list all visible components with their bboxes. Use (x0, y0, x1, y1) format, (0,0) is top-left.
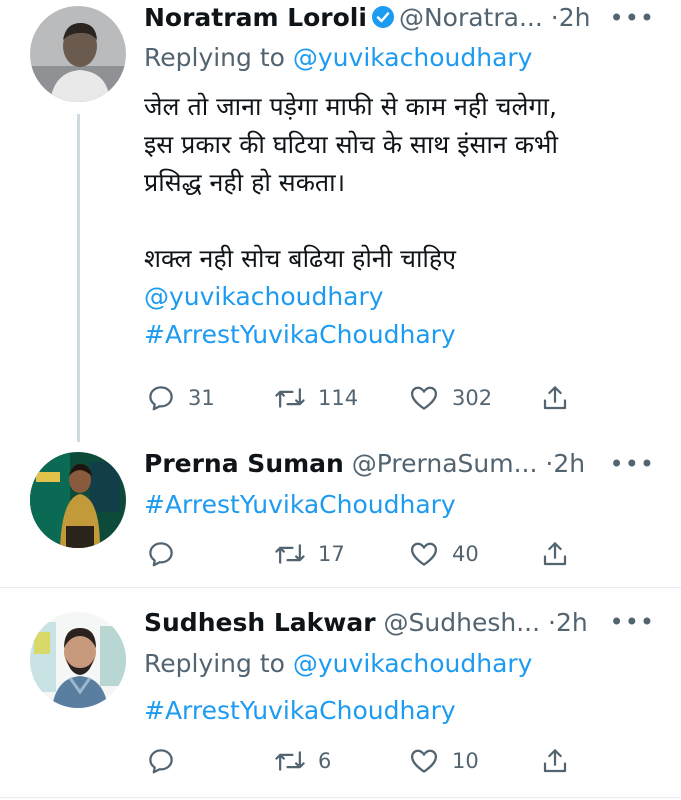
tweet-text-line: इस प्रकार की घटिया सोच के साथ इंसान कभी (144, 130, 558, 159)
reply-icon (146, 539, 176, 569)
retweet-icon (274, 383, 306, 413)
tweet-actions: 31 114 302 (144, 382, 584, 414)
share-button[interactable] (540, 745, 570, 777)
retweet-icon (274, 539, 306, 569)
tweet-text: #ArrestYuvikaChoudhary (144, 692, 456, 730)
replying-to: Replying to @yuvikachoudhary (144, 648, 532, 680)
tweet[interactable]: Noratram Loroli @Noratra... ·2h ••• Reply… (0, 0, 681, 446)
like-button[interactable]: 40 (408, 538, 479, 570)
hashtag-link[interactable]: #ArrestYuvikaChoudhary (144, 316, 558, 354)
hashtag-link[interactable]: #ArrestYuvikaChoudhary (144, 486, 456, 524)
thread-line (77, 114, 80, 442)
share-icon (540, 383, 570, 413)
author-name[interactable]: Sudhesh Lakwar (144, 608, 376, 637)
author-handle[interactable]: @PrernaSum... (352, 449, 538, 478)
retweet-button[interactable]: 17 (274, 538, 345, 570)
verified-badge-icon (371, 5, 395, 37)
tweet-text-line: प्रसिद्ध नही हो सकता। (144, 168, 346, 197)
author-name[interactable]: Noratram Loroli (144, 3, 367, 32)
heart-icon (408, 383, 440, 413)
separator-dot: · (550, 3, 559, 32)
author-name[interactable]: Prerna Suman (144, 449, 344, 478)
share-icon (540, 539, 570, 569)
retweet-count: 6 (318, 749, 332, 773)
retweet-icon (274, 746, 306, 776)
tweet[interactable]: Sudhesh Lakwar @Sudhesh... ·2h ••• Reply… (0, 588, 681, 800)
reply-icon (146, 746, 176, 776)
tweet-actions: 17 40 (144, 538, 584, 570)
retweet-button[interactable]: 114 (274, 382, 358, 414)
replying-to-label: Replying to (144, 649, 293, 678)
tweet-feed: Noratram Loroli @Noratra... ·2h ••• Reply… (0, 0, 681, 800)
tweet-header: Sudhesh Lakwar @Sudhesh... ·2h (144, 607, 588, 639)
more-options-icon[interactable]: ••• (610, 608, 655, 636)
avatar[interactable] (30, 452, 126, 548)
retweet-button[interactable]: 6 (274, 745, 331, 777)
author-handle[interactable]: @Noratra... (399, 3, 543, 32)
like-count: 40 (452, 542, 479, 566)
retweet-count: 114 (318, 386, 359, 410)
avatar[interactable] (30, 612, 126, 708)
share-button[interactable] (540, 382, 570, 414)
share-icon (540, 746, 570, 776)
author-handle[interactable]: @Sudhesh... (384, 608, 541, 637)
reply-button[interactable] (146, 538, 176, 570)
retweet-count: 17 (318, 542, 345, 566)
timestamp[interactable]: 2h (556, 608, 588, 637)
timestamp[interactable]: 2h (559, 3, 591, 32)
replying-to-handle[interactable]: @yuvikachoudhary (293, 43, 533, 72)
replying-to-label: Replying to (144, 43, 293, 72)
heart-icon (408, 539, 440, 569)
like-button[interactable]: 10 (408, 745, 479, 777)
reply-button[interactable]: 31 (146, 382, 215, 414)
replying-to-handle[interactable]: @yuvikachoudhary (293, 649, 533, 678)
tweet-header: Prerna Suman @PrernaSum... ·2h (144, 448, 585, 480)
tweet-header: Noratram Loroli @Noratra... ·2h (144, 2, 590, 37)
reply-button[interactable] (146, 745, 176, 777)
tweet-text: जेल तो जाना पड़ेगा माफी से काम नही चलेगा… (144, 88, 558, 354)
reply-count: 31 (188, 386, 215, 410)
tweet-text: #ArrestYuvikaChoudhary (144, 486, 456, 524)
avatar[interactable] (30, 6, 126, 102)
tweet-divider (0, 797, 681, 798)
share-button[interactable] (540, 538, 570, 570)
like-count: 10 (452, 749, 479, 773)
heart-icon (408, 746, 440, 776)
reply-icon (146, 383, 176, 413)
mention-link[interactable]: @yuvikachoudhary (144, 278, 558, 316)
tweet-actions: 6 10 (144, 745, 584, 777)
tweet-text-line: शक्ल नही सोच बढिया होनी चाहिए (144, 244, 457, 273)
like-count: 302 (452, 386, 493, 410)
tweet[interactable]: Prerna Suman @PrernaSum... ·2h ••• #Arre… (0, 446, 681, 588)
like-button[interactable]: 302 (408, 382, 492, 414)
more-options-icon[interactable]: ••• (610, 4, 655, 32)
replying-to: Replying to @yuvikachoudhary (144, 42, 532, 74)
hashtag-link[interactable]: #ArrestYuvikaChoudhary (144, 692, 456, 730)
tweet-text-line: जेल तो जाना पड़ेगा माफी से काम नही चलेगा… (144, 92, 557, 121)
timestamp[interactable]: 2h (553, 449, 585, 478)
separator-dot: · (548, 608, 556, 637)
more-options-icon[interactable]: ••• (610, 450, 655, 478)
